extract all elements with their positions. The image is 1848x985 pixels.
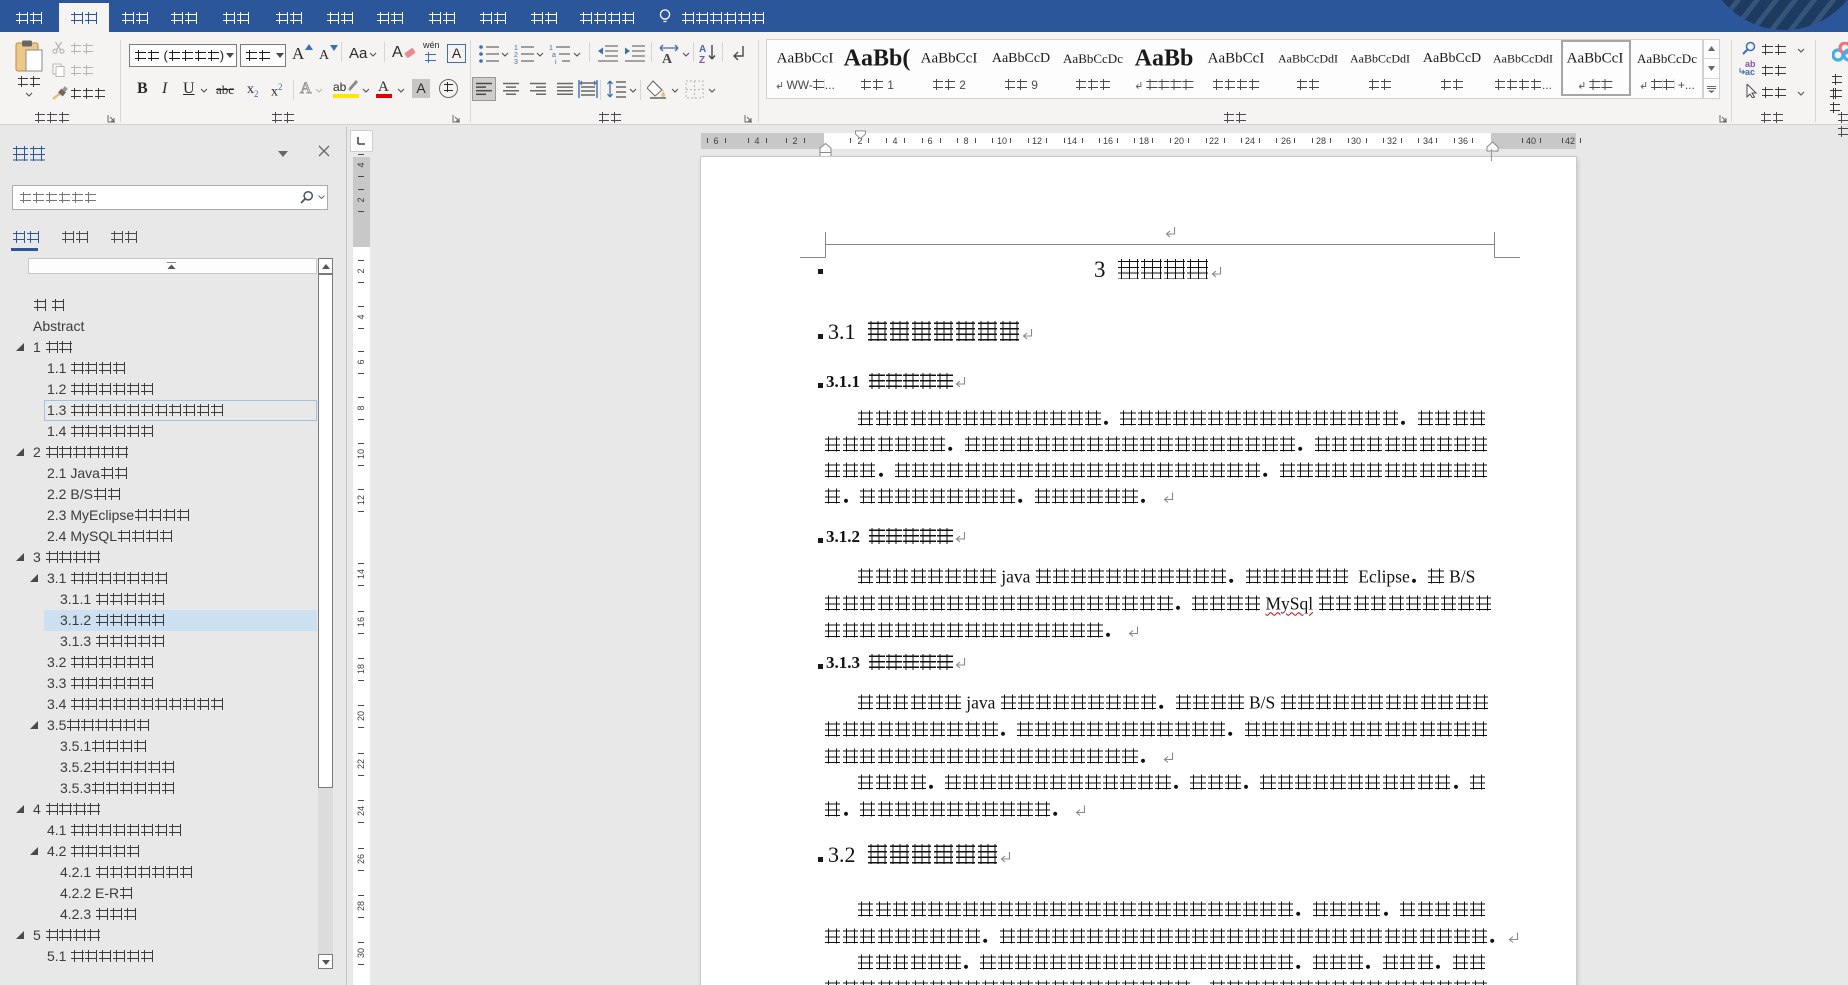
svg-text:i: i [555,59,557,64]
svg-text:A: A [662,52,673,64]
svg-text:A: A [699,44,706,55]
svg-text:3: 3 [514,59,518,64]
svg-text:2: 2 [514,52,518,59]
svg-text:1: 1 [514,45,518,52]
svg-text:1: 1 [549,45,553,52]
svg-text:a: a [552,52,556,59]
svg-text:Z: Z [699,55,705,63]
